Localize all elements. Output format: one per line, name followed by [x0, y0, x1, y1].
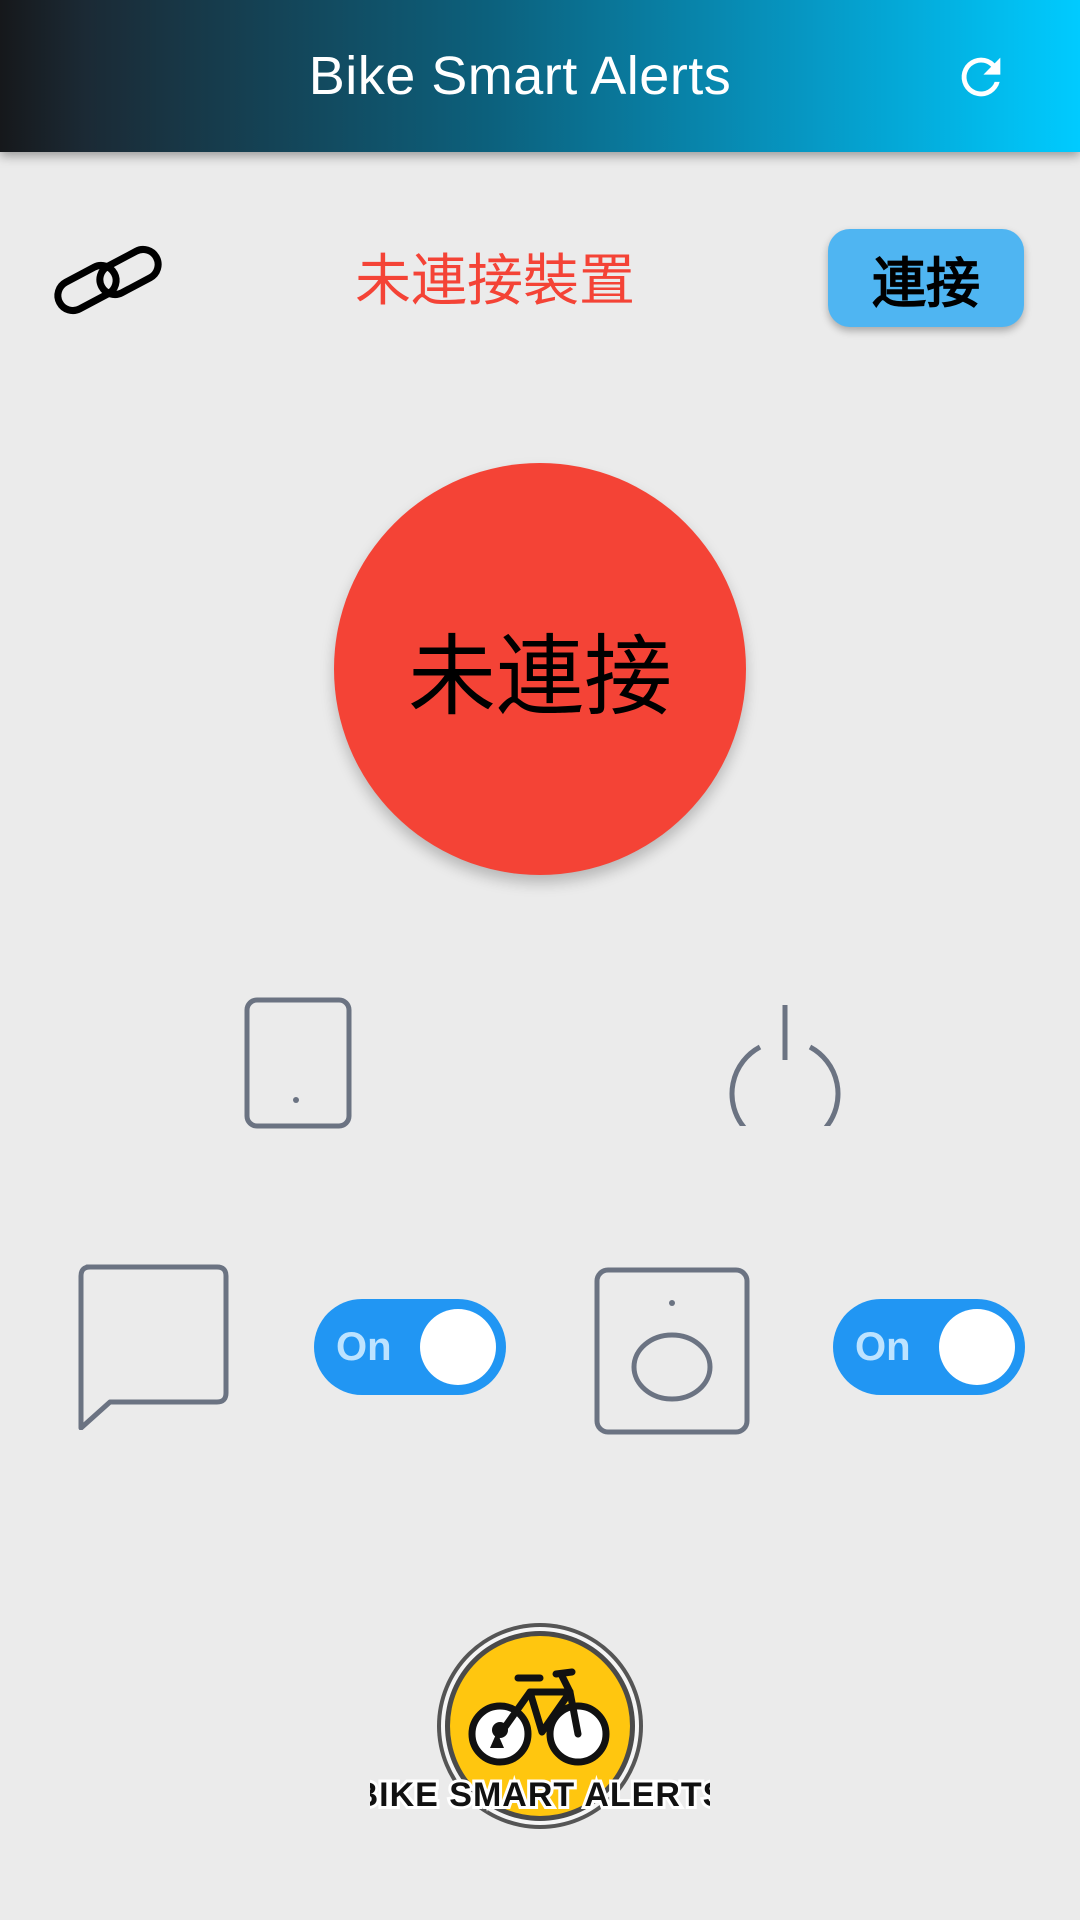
- message-alert-toggle[interactable]: On: [314, 1299, 506, 1395]
- app-title: Bike Smart Alerts: [308, 46, 732, 106]
- toggle-label: On: [855, 1325, 911, 1369]
- toggle-knob: [420, 1309, 496, 1385]
- connect-button[interactable]: 連接: [828, 229, 1024, 327]
- connection-status-button[interactable]: 未連接: [334, 463, 746, 875]
- connection-status-label: 未連接: [407, 624, 672, 728]
- speaker-icon[interactable]: [593, 1266, 751, 1436]
- refresh-button[interactable]: [946, 46, 1016, 108]
- power-icon[interactable]: [726, 1002, 844, 1126]
- phone-icon[interactable]: [243, 996, 353, 1130]
- toggle-knob: [939, 1309, 1015, 1385]
- toggle-label: On: [336, 1325, 392, 1369]
- app-header: Bike Smart Alerts: [0, 0, 1080, 152]
- speaker-alert-toggle[interactable]: On: [833, 1299, 1025, 1395]
- bicycle-lock-logo: BIKE SMART ALERTS: [370, 1623, 710, 1829]
- connection-status-text: 未連接裝置: [355, 249, 635, 314]
- logo-text: BIKE SMART ALERTS: [370, 1776, 710, 1814]
- message-icon[interactable]: [76, 1262, 230, 1430]
- link-icon: [54, 245, 162, 315]
- refresh-icon: [961, 57, 1001, 97]
